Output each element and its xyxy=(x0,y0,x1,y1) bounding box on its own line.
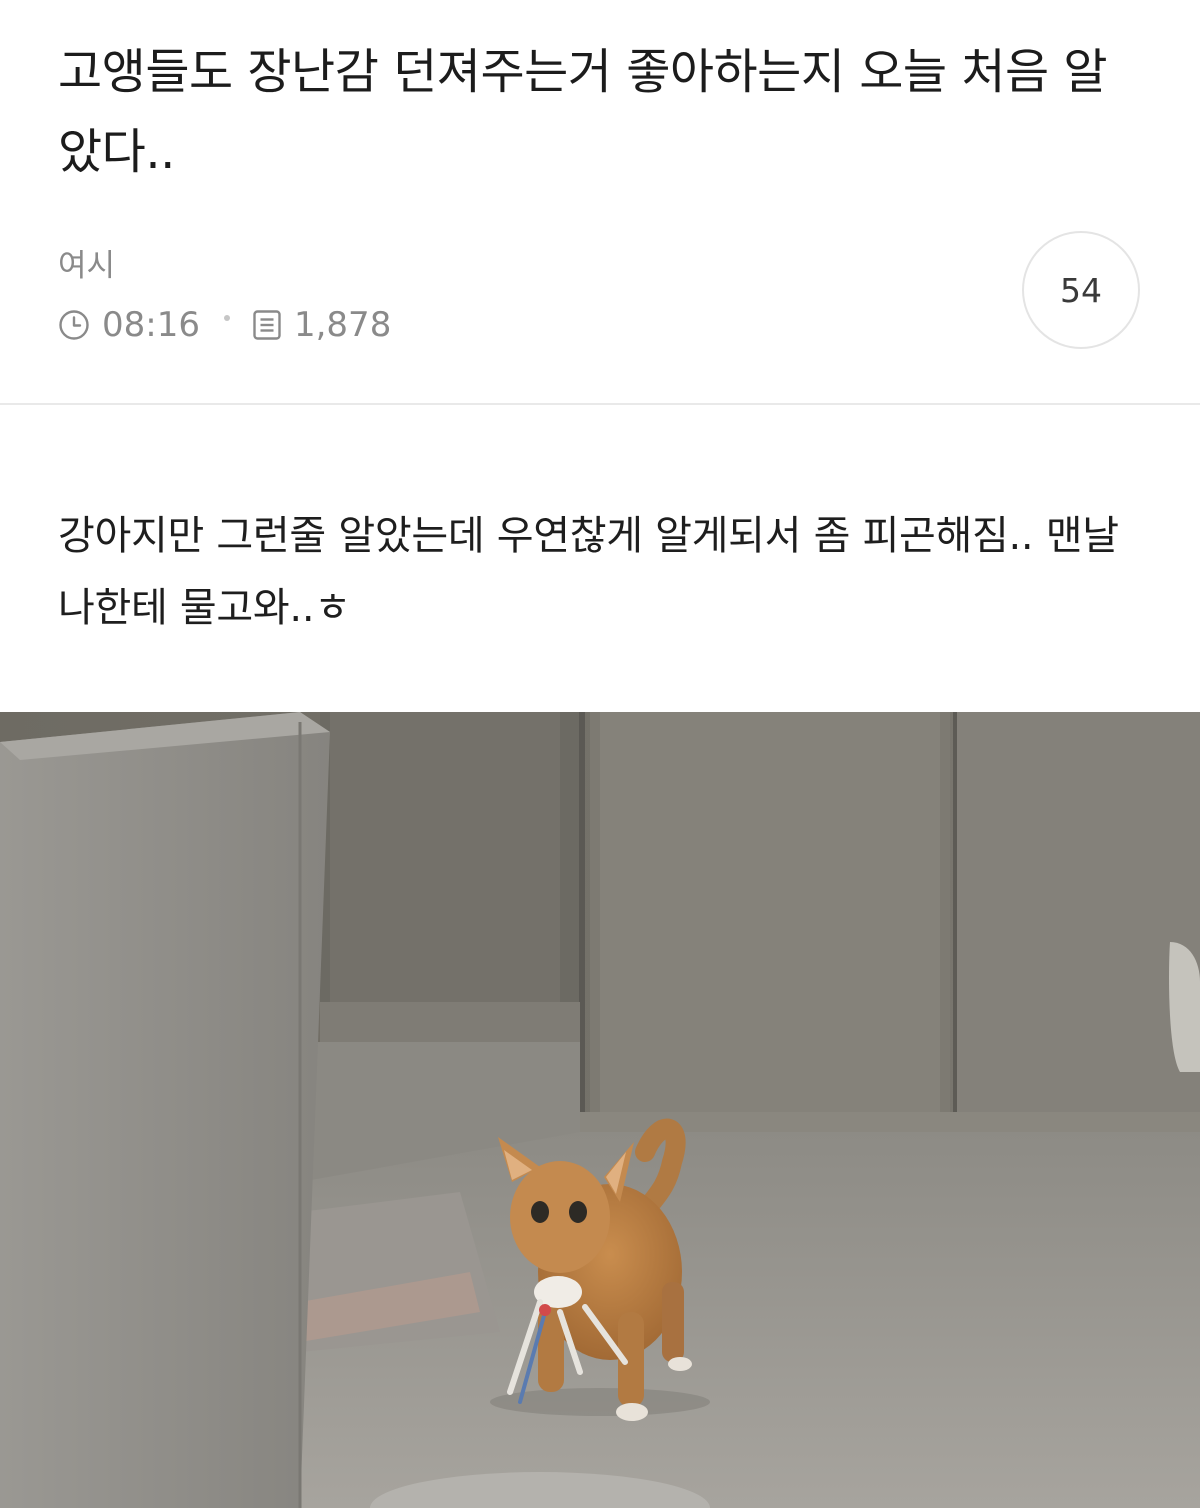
post-photo[interactable] xyxy=(0,712,1200,1508)
post-page: 고앵들도 장난감 던져주는거 좋아하는지 오늘 처음 알았다.. 여시 08:1… xyxy=(0,0,1200,1508)
post-title: 고앵들도 장난감 던져주는거 좋아하는지 오늘 처음 알았다.. xyxy=(58,44,1108,180)
comment-count: 54 xyxy=(1060,270,1102,310)
kitten-photo-illustration xyxy=(0,712,1200,1508)
post-body: 강아지만 그런줄 알았는데 우연찮게 알게되서 좀 피곤해짐.. 맨날 나한테 … xyxy=(58,513,1119,631)
post-meta: 08:16 1,878 xyxy=(58,302,391,348)
comment-count-button[interactable]: 54 xyxy=(1022,231,1140,349)
view-count: 1,878 xyxy=(293,305,392,345)
document-icon xyxy=(252,309,282,341)
post-time: 08:16 xyxy=(102,305,200,345)
author-name[interactable]: 여시 xyxy=(58,240,115,285)
clock-icon xyxy=(58,309,90,341)
meta-separator xyxy=(223,315,230,321)
divider xyxy=(0,403,1200,405)
